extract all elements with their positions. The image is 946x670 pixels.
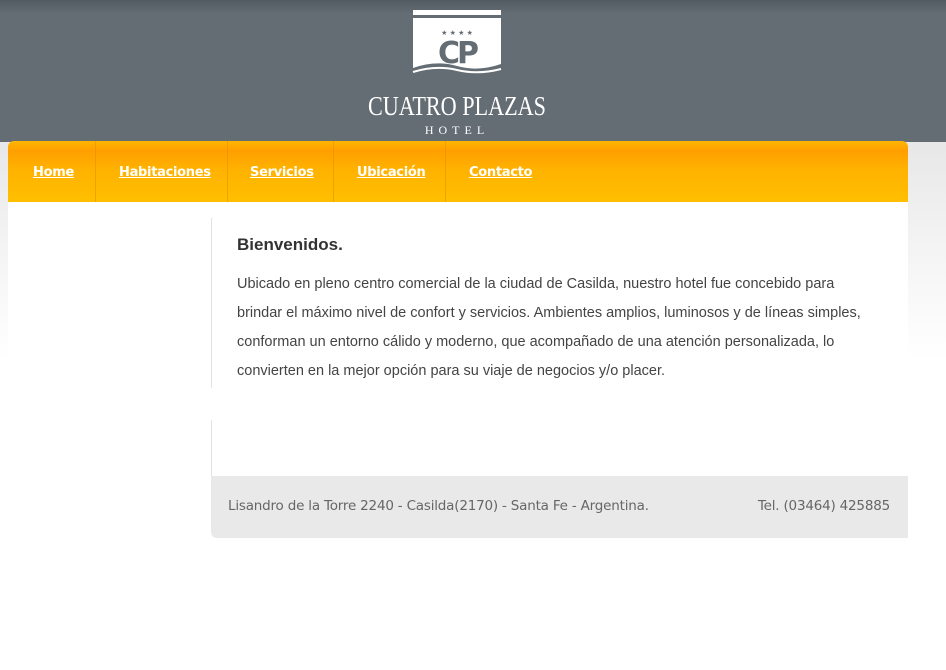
footer-address: Lisandro de la Torre 2240 - Casilda(2170…	[228, 498, 649, 514]
nav-divider	[95, 141, 96, 202]
nav-contacto[interactable]: Contacto	[469, 141, 532, 202]
nav-servicios[interactable]: Servicios	[250, 141, 314, 202]
nav-divider	[333, 141, 334, 202]
welcome-text: Ubicado en pleno centro comercial de la …	[237, 270, 887, 386]
welcome-line: brindar el máximo nivel de confort y ser…	[237, 305, 861, 321]
site-header: ★ ★ ★ ★ CP CUATRO PLAZAS HOTEL	[0, 0, 946, 142]
site-footer: Lisandro de la Torre 2240 - Casilda(2170…	[211, 476, 908, 538]
column-divider	[211, 218, 212, 388]
logo-name: CUATRO PLAZAS	[368, 91, 546, 121]
nav-divider	[445, 141, 446, 202]
logo-subtitle: HOTEL	[425, 123, 489, 137]
welcome-line: conforman un entorno cálido y moderno, q…	[237, 334, 835, 350]
welcome-line: convierten en la mejor opción para su vi…	[237, 363, 666, 379]
nav-habitaciones[interactable]: Habitaciones	[119, 141, 211, 202]
nav-divider	[227, 141, 228, 202]
main-nav: Home Habitaciones Servicios Ubicación Co…	[8, 141, 908, 202]
nav-home[interactable]: Home	[33, 141, 74, 202]
hotel-logo[interactable]: ★ ★ ★ ★ CP CUATRO PLAZAS HOTEL	[366, 8, 550, 138]
page-title: Bienvenidos.	[237, 235, 343, 254]
nav-ubicacion[interactable]: Ubicación	[357, 141, 426, 202]
column-divider	[211, 420, 212, 476]
footer-phone: Tel. (03464) 425885	[757, 498, 890, 514]
welcome-line: Ubicado en pleno centro comercial de la …	[237, 276, 835, 292]
